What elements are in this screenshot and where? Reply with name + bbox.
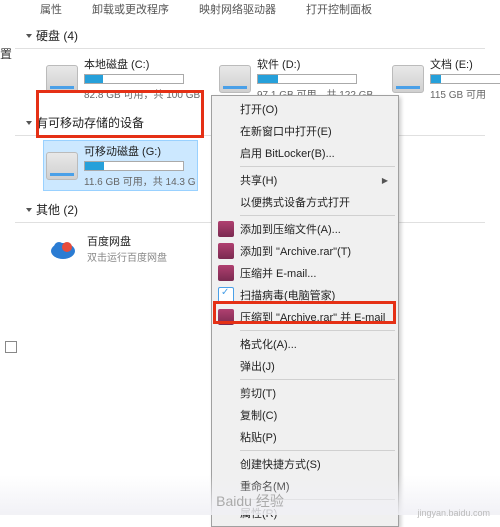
drive-label: 文档 (E:) [430, 56, 500, 72]
menu-compress-email[interactable]: 压缩并 E-mail... [214, 262, 396, 284]
hdd-icon [219, 65, 251, 93]
capacity-bar [257, 74, 357, 84]
drive-status: 11.6 GB 可用，共 14.3 G [84, 173, 195, 188]
rar-icon [218, 243, 234, 259]
menu-share[interactable]: 共享(H) [214, 169, 396, 191]
rar-icon [218, 221, 234, 237]
menu-open-new-window[interactable]: 在新窗口中打开(E) [214, 120, 396, 142]
tab-control-panel[interactable]: 打开控制面板 [306, 1, 372, 17]
menu-label: 添加到 "Archive.rar"(T) [240, 243, 351, 259]
menu-open[interactable]: 打开(O) [214, 98, 396, 120]
watermark-url: jingyan.baidu.com [417, 508, 490, 518]
other-item-label: 百度网盘 [87, 233, 167, 249]
drive-status: 115 GB 可用 [430, 86, 500, 101]
menu-separator [240, 379, 395, 380]
menu-copy[interactable]: 复制(C) [214, 404, 396, 426]
tab-uninstall[interactable]: 卸载或更改程序 [92, 1, 169, 17]
baidu-cloud-icon [47, 235, 79, 263]
menu-separator [240, 330, 395, 331]
drive-status: 82.8 GB 可用，共 100 GB [84, 86, 195, 101]
menu-separator [240, 166, 395, 167]
watermark-brand: Baidu 经验 [216, 491, 284, 511]
menu-separator [240, 215, 395, 216]
hdd-icon [46, 65, 78, 93]
drive-e[interactable]: 文档 (E:) 115 GB 可用 [389, 53, 500, 104]
menu-add-to-rar[interactable]: 添加到 "Archive.rar"(T) [214, 240, 396, 262]
rar-icon [218, 265, 234, 281]
menu-paste[interactable]: 粘贴(P) [214, 426, 396, 448]
menu-label: 压缩到 "Archive.rar" 并 E-mail [240, 309, 385, 325]
menu-scan-virus[interactable]: 扫描病毒(电脑管家) [214, 284, 396, 306]
menu-format[interactable]: 格式化(A)... [214, 333, 396, 355]
rar-icon [218, 309, 234, 325]
menu-label: 扫描病毒(电脑管家) [240, 287, 335, 303]
menu-cut[interactable]: 剪切(T) [214, 382, 396, 404]
drive-c[interactable]: 本地磁盘 (C:) 82.8 GB 可用，共 100 GB [43, 53, 198, 104]
context-menu: 打开(O) 在新窗口中打开(E) 启用 BitLocker(B)... 共享(H… [211, 95, 399, 527]
capacity-bar [84, 161, 184, 171]
menu-portable-open[interactable]: 以便携式设备方式打开 [214, 191, 396, 213]
hdd-icon [392, 65, 424, 93]
shield-icon [218, 287, 234, 303]
partial-item-icon [5, 340, 19, 354]
tab-bar: 属性 卸载或更改程序 映射网络驱动器 打开控制面板 [0, 0, 500, 18]
divider [15, 48, 485, 49]
menu-label: 压缩并 E-mail... [240, 265, 316, 281]
tab-properties[interactable]: 属性 [40, 1, 62, 17]
section-hdd[interactable]: 硬盘 (4) [15, 23, 485, 46]
menu-bitlocker[interactable]: 启用 BitLocker(B)... [214, 142, 396, 164]
capacity-bar [84, 74, 184, 84]
removable-icon [46, 152, 78, 180]
drive-label: 可移动磁盘 (G:) [84, 143, 195, 159]
menu-label: 添加到压缩文件(A)... [240, 221, 341, 237]
menu-eject[interactable]: 弹出(J) [214, 355, 396, 377]
menu-compress-rar-email[interactable]: 压缩到 "Archive.rar" 并 E-mail [214, 306, 396, 328]
drive-label: 本地磁盘 (C:) [84, 56, 195, 72]
drive-g-removable[interactable]: 可移动磁盘 (G:) 11.6 GB 可用，共 14.3 G [43, 140, 198, 191]
tab-map-network[interactable]: 映射网络驱动器 [199, 1, 276, 17]
menu-add-archive[interactable]: 添加到压缩文件(A)... [214, 218, 396, 240]
menu-create-shortcut[interactable]: 创建快捷方式(S) [214, 453, 396, 475]
settings-partial-label: 置 [0, 45, 12, 62]
menu-separator [240, 450, 395, 451]
other-item-sub: 双击运行百度网盘 [87, 249, 167, 264]
drive-label: 软件 (D:) [257, 56, 368, 72]
capacity-bar [430, 74, 500, 84]
